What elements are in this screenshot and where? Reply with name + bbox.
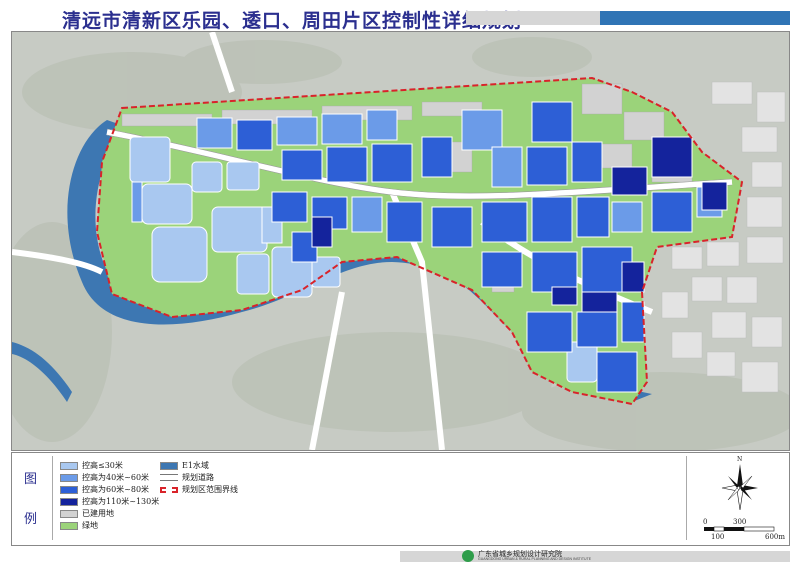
legend-label-very-high: 控高为110米~130米 bbox=[82, 497, 160, 506]
map-canvas[interactable] bbox=[11, 31, 790, 451]
legend-item-built: 已建用地 bbox=[60, 508, 114, 519]
scale-label-300: 300 bbox=[733, 518, 747, 526]
legend-divider-scale bbox=[686, 456, 687, 540]
legend-item-green: 绿地 bbox=[60, 520, 98, 531]
legend-label-road: 规划道路 bbox=[182, 473, 214, 482]
map-svg bbox=[12, 32, 789, 450]
footer-bar bbox=[400, 551, 790, 562]
legend-item-low: 控高≤30米 bbox=[60, 460, 123, 471]
legend-label-medium: 控高为40米~60米 bbox=[82, 473, 150, 482]
north-arrow-icon bbox=[721, 464, 758, 511]
scale-label-100: 100 bbox=[711, 533, 725, 541]
legend-label-water: E1水域 bbox=[182, 461, 209, 470]
legend-item-boundary: 规划区范围界线 bbox=[160, 484, 238, 495]
legend-heading-top: 图 bbox=[24, 472, 38, 487]
legend-swatch-medium bbox=[60, 473, 78, 482]
legend-swatch-water bbox=[160, 461, 178, 470]
legend-label-green: 绿地 bbox=[82, 521, 98, 530]
legend-label-high: 控高为60米~80米 bbox=[82, 485, 150, 494]
legend-item-medium: 控高为40米~60米 bbox=[60, 472, 149, 483]
legend-label-built: 已建用地 bbox=[82, 509, 114, 518]
institute-logo-icon bbox=[462, 550, 474, 562]
legend-label-boundary: 规划区范围界线 bbox=[182, 485, 238, 494]
scale-label-0: 0 bbox=[703, 518, 708, 526]
legend-item-very-high: 控高为110米~130米 bbox=[60, 496, 159, 507]
footer-org-en: GUANGDONG URBAN & RURAL PLANNING AND DES… bbox=[478, 557, 592, 561]
legend-swatch-high bbox=[60, 485, 78, 494]
subtitle-bar: 建设用地使用强度分区图 bbox=[600, 11, 790, 36]
legend-swatch-built bbox=[60, 509, 78, 518]
legend-swatch-very-high bbox=[60, 497, 78, 506]
legend-item-water: E1水域 bbox=[160, 460, 209, 471]
legend-item-road: 规划道路 bbox=[160, 472, 214, 483]
scale-label-600m: 600m bbox=[765, 533, 785, 541]
legend-swatch-low bbox=[60, 461, 78, 470]
legend-label-low: 控高≤30米 bbox=[82, 461, 123, 470]
legend-heading-bottom: 例 bbox=[24, 512, 38, 527]
page-title: 清远市清新区乐园、逶口、周田片区控制性详细规划 bbox=[62, 10, 523, 32]
north-label: N bbox=[737, 456, 743, 463]
legend-swatch-boundary bbox=[160, 486, 178, 493]
legend-divider bbox=[52, 456, 53, 540]
legend-swatch-green bbox=[60, 521, 78, 530]
legend-swatch-road bbox=[160, 474, 178, 481]
legend-item-high: 控高为60米~80米 bbox=[60, 484, 149, 495]
